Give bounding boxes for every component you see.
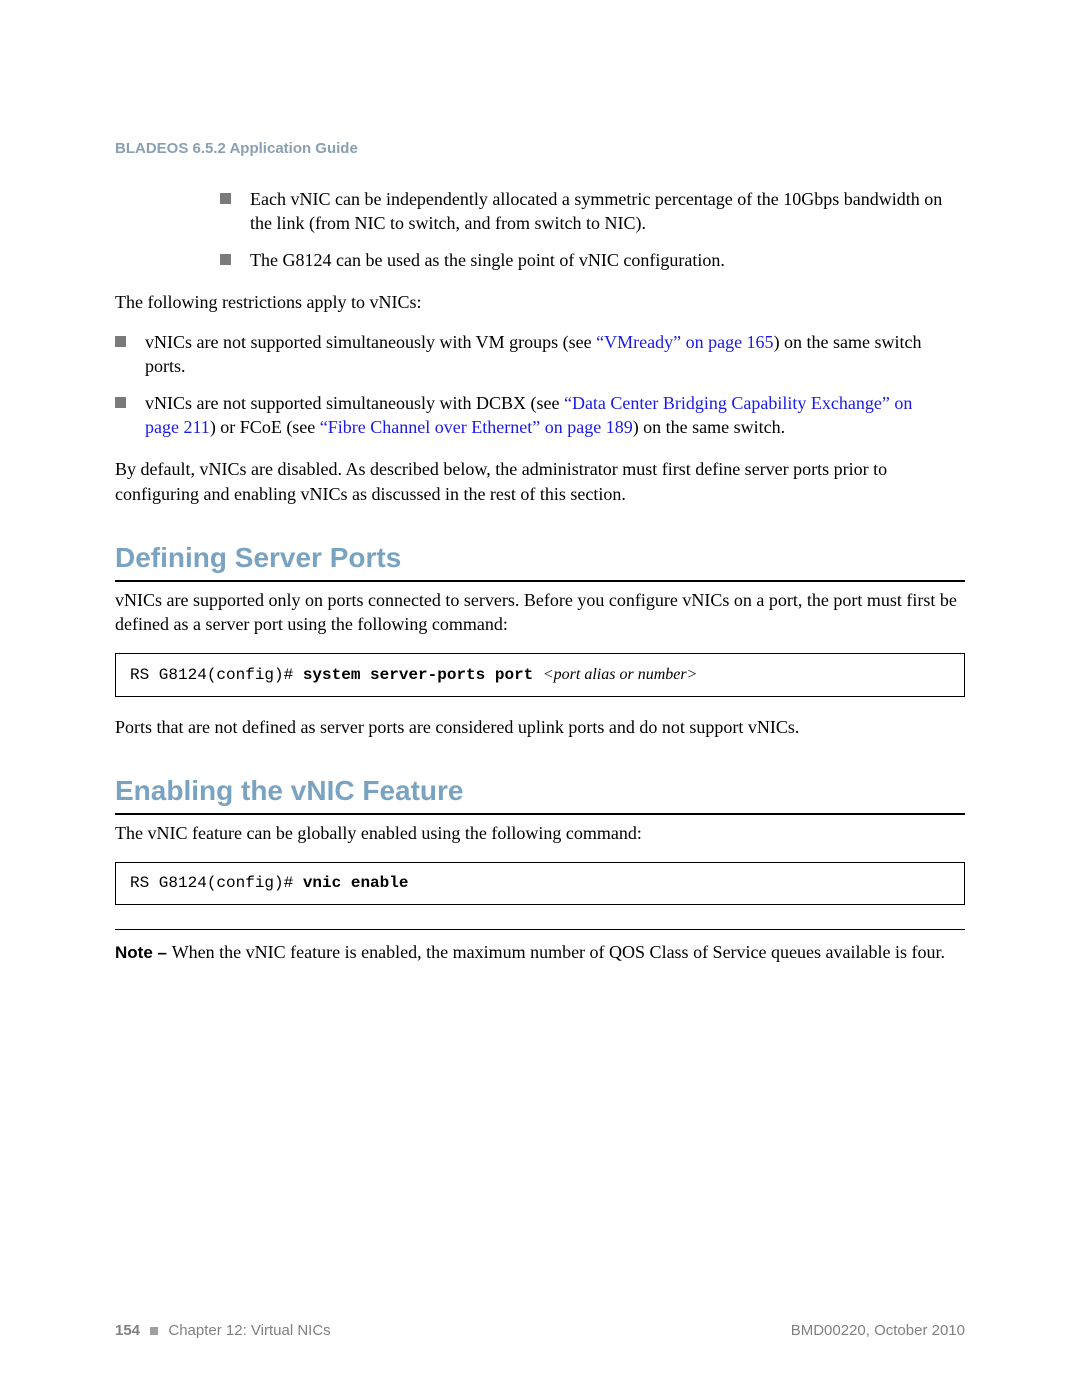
list-item: Each vNIC can be independently allocated… — [220, 187, 965, 236]
default-paragraph: By default, vNICs are disabled. As descr… — [115, 457, 965, 506]
footer-separator-icon — [150, 1327, 158, 1335]
text: vNICs are not supported simultaneously w… — [145, 393, 564, 413]
footer-doc-id: BMD00220, October 2010 — [791, 1322, 965, 1339]
heading-enabling-vnic: Enabling the vNIC Feature — [115, 775, 965, 815]
code-command: vnic enable — [303, 874, 409, 892]
server-ports-block: vNICs are supported only on ports connec… — [115, 588, 965, 739]
code-server-ports: RS G8124(config)# system server-ports po… — [115, 653, 965, 698]
intro-bullets-block: Each vNIC can be independently allocated… — [220, 187, 965, 272]
restrictions-list: vNICs are not supported simultaneously w… — [115, 330, 965, 439]
enable-vnic-block: The vNIC feature can be globally enabled… — [115, 821, 965, 965]
note-label: Note – — [115, 943, 172, 962]
running-header: BLADEOS 6.5.2 Application Guide — [115, 140, 965, 157]
note-body: When the vNIC feature is enabled, the ma… — [172, 942, 945, 962]
page-footer: 154 Chapter 12: Virtual NICs BMD00220, O… — [115, 1322, 965, 1339]
list-item: The G8124 can be used as the single poin… — [220, 248, 965, 272]
text: ) or FCoE (see — [210, 417, 320, 437]
code-command: system server-ports port — [303, 666, 543, 684]
intro-bullet-list: Each vNIC can be independently allocated… — [220, 187, 965, 272]
server-ports-intro: vNICs are supported only on ports connec… — [115, 588, 965, 637]
footer-chapter: Chapter 12: Virtual NICs — [168, 1322, 330, 1339]
restrictions-intro: The following restrictions apply to vNIC… — [115, 290, 965, 314]
xref-fcoe[interactable]: “Fibre Channel over Ethernet” on page 18… — [320, 417, 633, 437]
code-argument: <port alias or number> — [543, 666, 698, 683]
page: BLADEOS 6.5.2 Application Guide Each vNI… — [0, 0, 1080, 1397]
enable-intro: The vNIC feature can be globally enabled… — [115, 821, 965, 845]
restrictions-block: The following restrictions apply to vNIC… — [115, 290, 965, 506]
code-prompt: RS G8124(config)# — [130, 666, 303, 684]
xref-vmready[interactable]: “VMready” on page 165 — [596, 332, 773, 352]
text: vNICs are not supported simultaneously w… — [145, 332, 596, 352]
server-ports-outro: Ports that are not defined as server por… — [115, 715, 965, 739]
code-prompt: RS G8124(config)# — [130, 874, 303, 892]
footer-left: 154 Chapter 12: Virtual NICs — [115, 1322, 331, 1339]
text: ) on the same switch. — [633, 417, 785, 437]
page-number: 154 — [115, 1322, 140, 1339]
list-item: vNICs are not supported simultaneously w… — [115, 391, 965, 440]
heading-defining-server-ports: Defining Server Ports — [115, 542, 965, 582]
code-vnic-enable: RS G8124(config)# vnic enable — [115, 862, 965, 906]
note-paragraph: Note – When the vNIC feature is enabled,… — [115, 940, 965, 965]
list-item: vNICs are not supported simultaneously w… — [115, 330, 965, 379]
note-rule — [115, 929, 965, 930]
